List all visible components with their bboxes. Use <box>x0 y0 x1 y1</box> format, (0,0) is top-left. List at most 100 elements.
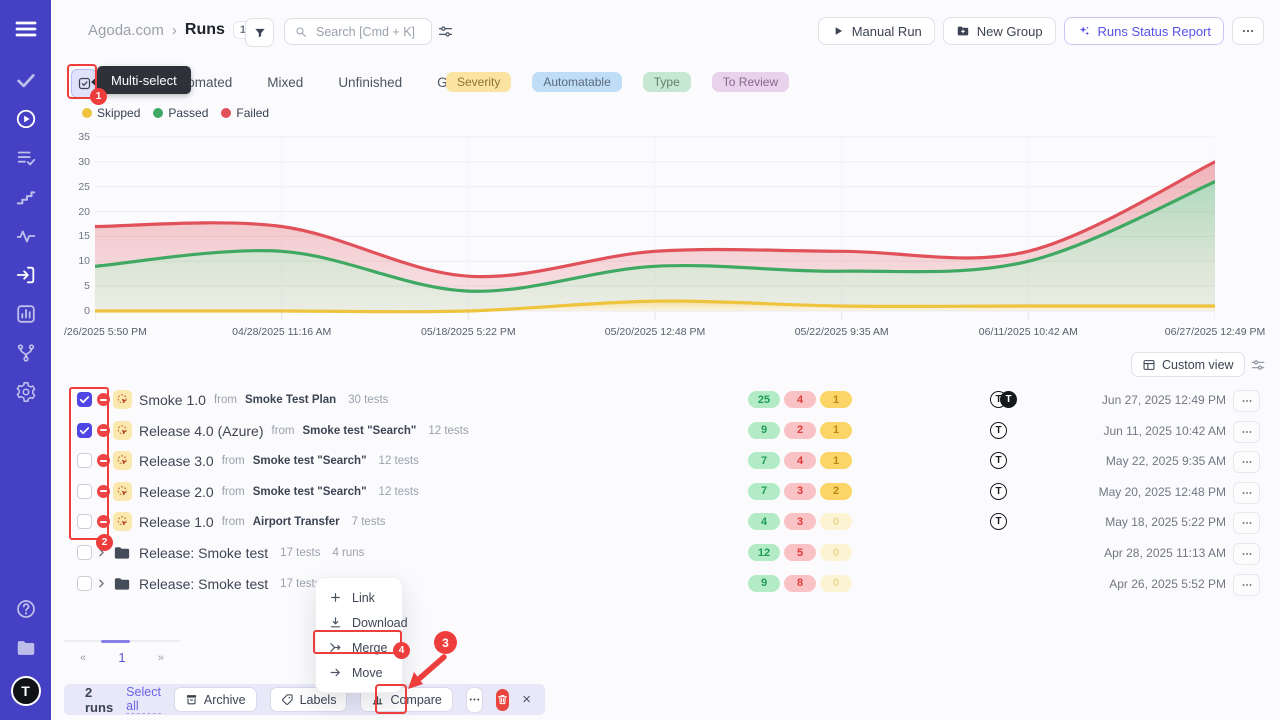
ellipsis-icon <box>1241 456 1253 468</box>
sidebar-menu-icon[interactable] <box>14 17 38 41</box>
sidebar-branches-icon[interactable] <box>15 342 37 364</box>
y-tick-label: 25 <box>78 181 90 193</box>
sidebar-help-icon[interactable] <box>15 598 37 620</box>
custom-view-button[interactable]: Custom view <box>1131 352 1245 377</box>
run-row[interactable]: Release 3.0fromSmoke test "Search"12 tes… <box>64 446 1268 476</box>
menu-item-move[interactable]: Move <box>316 660 402 685</box>
sidebar-play-circle-icon[interactable] <box>15 108 37 130</box>
bulk-archive-button[interactable]: Archive <box>174 687 257 712</box>
run-name[interactable]: Release 2.0 <box>139 484 214 500</box>
more-actions-button[interactable] <box>1232 17 1264 45</box>
expand-chevron-icon[interactable] <box>95 546 108 559</box>
tag-to-review[interactable]: To Review <box>712 72 789 92</box>
run-date: May 20, 2025 12:48 PM <box>1099 485 1226 499</box>
view-settings-icon[interactable] <box>1250 357 1266 373</box>
search-input[interactable] <box>314 24 422 40</box>
row-checkbox[interactable] <box>77 453 92 468</box>
failed-badge: 5 <box>784 544 816 561</box>
play-icon <box>831 24 845 38</box>
run-row[interactable]: Release 4.0 (Azure)fromSmoke test "Searc… <box>64 416 1268 446</box>
bulk-close-button[interactable]: × <box>522 691 531 708</box>
sidebar-steps-icon[interactable] <box>15 186 37 208</box>
row-more-button[interactable] <box>1233 421 1260 443</box>
group-row[interactable]: Release: Smoke test17 tests7 runs 9 8 0 … <box>64 569 1268 599</box>
sidebar-folder-icon[interactable] <box>15 637 37 659</box>
group-row[interactable]: Release: Smoke test17 tests4 runs 12 5 0… <box>64 538 1268 568</box>
run-name[interactable]: Release: Smoke test <box>139 576 268 592</box>
run-row[interactable]: Release 2.0fromSmoke test "Search"12 tes… <box>64 477 1268 507</box>
runs-trend-chart <box>95 130 1215 330</box>
bulk-more-button[interactable] <box>466 687 483 713</box>
sidebar-list-check-icon[interactable] <box>15 147 37 169</box>
row-more-button[interactable] <box>1233 543 1260 565</box>
run-row[interactable]: Release 1.0fromAirport Transfer7 tests 4… <box>64 507 1268 537</box>
legend-passed[interactable]: Passed <box>153 106 208 120</box>
tab-mixed[interactable]: Mixed <box>267 75 303 90</box>
menu-item-merge[interactable]: Merge <box>316 635 402 660</box>
runs-status-report-button[interactable]: Runs Status Report <box>1064 17 1224 45</box>
group-folder-icon <box>113 575 131 593</box>
run-name[interactable]: Release 1.0 <box>139 514 214 530</box>
plan-name[interactable]: Smoke test "Search" <box>253 486 367 498</box>
menu-item-link[interactable]: Link <box>316 585 402 610</box>
run-date: Apr 28, 2025 11:13 AM <box>1104 546 1226 560</box>
breadcrumb-project[interactable]: Agoda.com <box>88 22 164 39</box>
row-more-button[interactable] <box>1233 390 1260 412</box>
sidebar-check-icon[interactable] <box>15 69 37 91</box>
from-label: from <box>222 516 245 528</box>
search-box[interactable] <box>284 18 432 45</box>
sidebar-pulse-icon[interactable] <box>15 225 37 247</box>
run-title: Release 2.0fromSmoke test "Search"12 tes… <box>139 477 419 507</box>
run-name[interactable]: Release: Smoke test <box>139 545 268 561</box>
row-more-button[interactable] <box>1233 574 1260 596</box>
row-checkbox[interactable] <box>77 423 92 438</box>
tag-type[interactable]: Type <box>643 72 691 92</box>
pagination-page-1[interactable]: 1 <box>118 650 125 665</box>
y-tick-label: 35 <box>78 131 90 143</box>
pagination-next[interactable]: » <box>158 652 164 664</box>
run-name[interactable]: Release 4.0 (Azure) <box>139 423 264 439</box>
assignee-avatar: T <box>990 483 1007 500</box>
run-row[interactable]: Smoke 1.0fromSmoke Test Plan30 tests 25 … <box>64 385 1268 415</box>
pagination: « 1 » <box>64 640 180 665</box>
tests-count: 7 tests <box>352 516 386 528</box>
archive-icon <box>185 693 198 706</box>
pagination-prev[interactable]: « <box>80 652 86 664</box>
manual-run-button[interactable]: Manual Run <box>818 17 935 45</box>
select-all-link[interactable]: Select all <box>126 685 161 714</box>
y-tick-label: 0 <box>84 305 90 317</box>
plan-name[interactable]: Smoke Test Plan <box>245 394 336 406</box>
user-avatar[interactable]: T <box>11 676 41 706</box>
row-more-button[interactable] <box>1233 512 1260 534</box>
legend-skipped[interactable]: Skipped <box>82 106 140 120</box>
row-checkbox[interactable] <box>77 545 92 560</box>
expand-chevron-icon[interactable] <box>95 577 108 590</box>
ellipsis-icon <box>1241 548 1253 560</box>
tab-unfinished[interactable]: Unfinished <box>338 75 402 90</box>
run-name[interactable]: Release 3.0 <box>139 453 214 469</box>
row-more-button[interactable] <box>1233 451 1260 473</box>
filter-button[interactable] <box>245 18 274 47</box>
assignee-avatar: T <box>990 422 1007 439</box>
sidebar-settings-icon[interactable] <box>15 381 37 403</box>
plan-name[interactable]: Smoke test "Search" <box>253 455 367 467</box>
tag-automatable[interactable]: Automatable <box>532 72 621 92</box>
row-checkbox[interactable] <box>77 392 92 407</box>
search-settings-icon[interactable] <box>437 23 454 40</box>
row-checkbox[interactable] <box>77 514 92 529</box>
row-checkbox[interactable] <box>77 484 92 499</box>
menu-item-download[interactable]: Download <box>316 610 402 635</box>
tag-severity[interactable]: Severity <box>446 72 511 92</box>
new-group-button[interactable]: New Group <box>943 17 1056 45</box>
plan-name[interactable]: Smoke test "Search" <box>303 425 417 437</box>
sidebar-import-icon[interactable] <box>15 264 37 286</box>
plan-name[interactable]: Airport Transfer <box>253 516 340 528</box>
sidebar-analytics-icon[interactable] <box>15 303 37 325</box>
row-checkbox[interactable] <box>77 576 92 591</box>
legend-failed[interactable]: Failed <box>221 106 269 120</box>
run-name[interactable]: Smoke 1.0 <box>139 392 206 408</box>
row-more-button[interactable] <box>1233 482 1260 504</box>
page-title: Runs <box>185 21 225 39</box>
bulk-delete-button[interactable] <box>496 689 509 711</box>
tests-count: 12 tests <box>428 425 468 437</box>
